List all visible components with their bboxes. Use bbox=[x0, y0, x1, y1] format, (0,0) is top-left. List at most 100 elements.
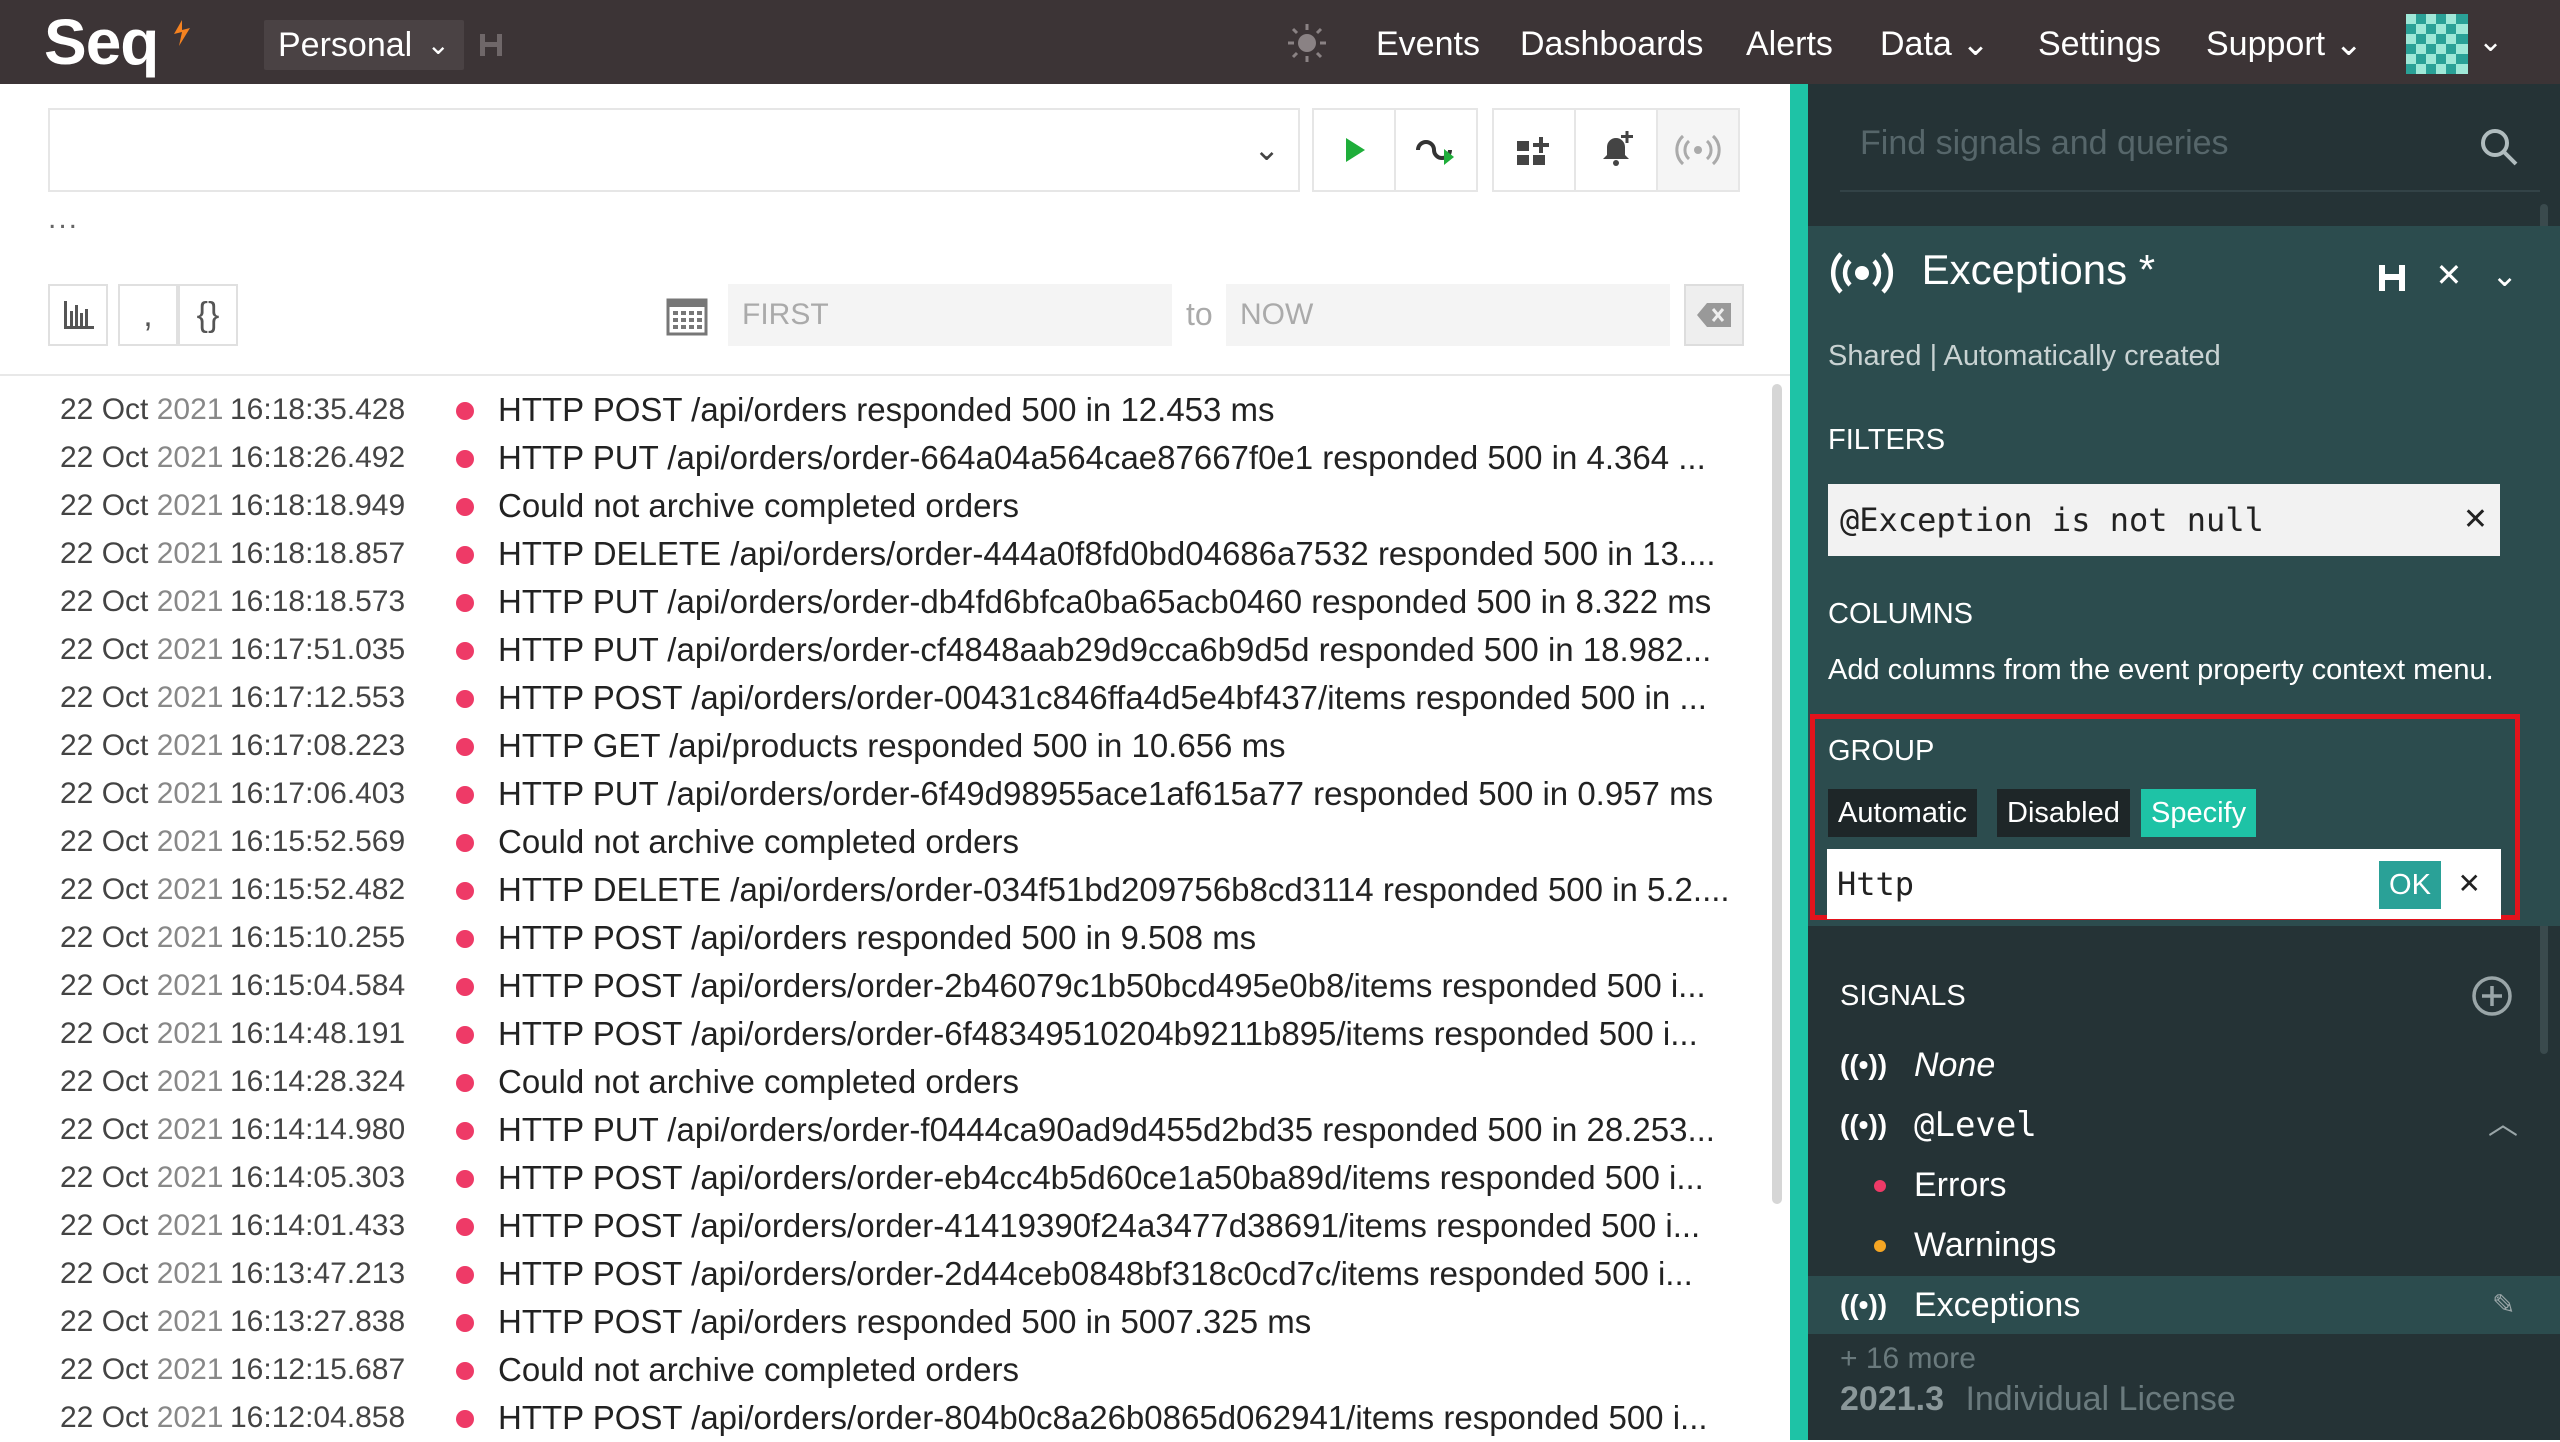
auto-refresh-button[interactable] bbox=[1394, 108, 1478, 192]
event-time: 16:14:14.980 bbox=[230, 1113, 406, 1146]
history-dropdown-icon[interactable]: ⌄ bbox=[1253, 130, 1280, 168]
chevron-up-icon[interactable]: ︿ bbox=[2488, 1096, 2518, 1154]
event-day: 22 Oct bbox=[60, 921, 149, 954]
signal-item-warnings[interactable]: Warnings bbox=[1808, 1216, 2560, 1274]
nav-events[interactable]: Events bbox=[1376, 0, 1480, 84]
avatar[interactable] bbox=[2406, 14, 2468, 74]
event-message: HTTP POST /api/orders/order-804b0c8a26b0… bbox=[498, 1399, 1708, 1436]
event-row[interactable]: 22 Oct 2021 16:17:12.553 HTTP POST /api/or… bbox=[0, 674, 1760, 722]
group-expression-text: Http bbox=[1837, 865, 1915, 903]
chart-view-button[interactable] bbox=[48, 284, 108, 346]
range-from-input[interactable]: FIRST bbox=[728, 284, 1172, 346]
event-year: 2021 bbox=[156, 777, 224, 810]
filter-text: @Exception is not null bbox=[1840, 501, 2264, 539]
plus-circle-icon[interactable] bbox=[2470, 974, 2514, 1018]
event-date: 22 Oct 2021 bbox=[60, 1202, 223, 1250]
event-row[interactable]: 22 Oct 2021 16:12:04.858 HTTP POST /api/or… bbox=[0, 1394, 1760, 1442]
pencil-icon[interactable]: ✎ bbox=[2492, 1276, 2515, 1334]
range-to-input[interactable]: NOW bbox=[1226, 284, 1670, 346]
nav-dashboards[interactable]: Dashboards bbox=[1520, 0, 1703, 84]
close-icon[interactable]: ✕ bbox=[2435, 257, 2462, 293]
nav-support[interactable]: Support ⌄ bbox=[2206, 0, 2363, 84]
calendar-icon[interactable] bbox=[666, 296, 708, 338]
run-query-button[interactable] bbox=[1312, 108, 1396, 192]
event-row[interactable]: 22 Oct 2021 16:17:06.403 HTTP PUT /api/ord… bbox=[0, 770, 1760, 818]
chevron-down-icon[interactable]: ⌄ bbox=[2478, 0, 2503, 84]
signal-item-errors[interactable]: Errors bbox=[1808, 1156, 2560, 1214]
event-row[interactable]: 22 Oct 2021 16:14:48.191 HTTP POST /api/or… bbox=[0, 1010, 1760, 1058]
query-input[interactable]: ⌄ bbox=[48, 108, 1300, 192]
group-mode-disabled[interactable]: Disabled bbox=[1997, 789, 2130, 837]
event-date: 22 Oct 2021 bbox=[60, 1154, 223, 1202]
event-row[interactable]: 22 Oct 2021 16:17:08.223 HTTP GET /api/pro… bbox=[0, 722, 1760, 770]
nav-alerts[interactable]: Alerts bbox=[1746, 0, 1833, 84]
group-expression-input[interactable]: Http OK ✕ bbox=[1827, 849, 2501, 919]
add-dashboard-icon bbox=[1517, 137, 1549, 165]
save-icon[interactable] bbox=[478, 32, 504, 58]
event-row[interactable]: 22 Oct 2021 16:15:10.255 HTTP POST /api/or… bbox=[0, 914, 1760, 962]
nav-data[interactable]: Data ⌄ bbox=[1880, 0, 1990, 84]
event-message: HTTP PUT /api/orders/order-f0444ca90ad9d… bbox=[498, 1111, 1715, 1148]
event-row[interactable]: 22 Oct 2021 16:15:04.584 HTTP POST /api/or… bbox=[0, 962, 1760, 1010]
save-signal-button[interactable] bbox=[1656, 108, 1740, 192]
save-icon[interactable] bbox=[2377, 263, 2407, 293]
event-row[interactable]: 22 Oct 2021 16:14:05.303 HTTP POST /api/or… bbox=[0, 1154, 1760, 1202]
group-mode-specify[interactable]: Specify bbox=[2141, 789, 2257, 837]
event-row[interactable]: 22 Oct 2021 16:13:47.213 HTTP POST /api/or… bbox=[0, 1250, 1760, 1298]
event-row[interactable]: 22 Oct 2021 16:18:18.857 HTTP DELETE /api/… bbox=[0, 530, 1760, 578]
filter-expression[interactable]: @Exception is not null ✕ bbox=[1828, 484, 2500, 556]
close-icon[interactable]: ✕ bbox=[2458, 849, 2481, 919]
app-logo[interactable]: Seq bbox=[44, 4, 159, 80]
error-level-dot bbox=[456, 450, 474, 468]
signal-item-errors-label: Errors bbox=[1914, 1166, 2007, 1204]
json-view-button[interactable]: {} bbox=[178, 284, 238, 346]
add-alert-button[interactable] bbox=[1574, 108, 1658, 192]
event-row[interactable]: 22 Oct 2021 16:18:35.428 HTTP POST /api/or… bbox=[0, 386, 1760, 434]
event-day: 22 Oct bbox=[60, 1113, 149, 1146]
event-row[interactable]: 22 Oct 2021 16:18:26.492 HTTP PUT /api/ord… bbox=[0, 434, 1760, 482]
message-view-button[interactable]: , bbox=[118, 284, 178, 346]
event-row[interactable]: 22 Oct 2021 16:14:28.324 Could not archive… bbox=[0, 1058, 1760, 1106]
signal-item-none[interactable]: ((•)) None bbox=[1808, 1036, 2560, 1094]
signal-search-input[interactable]: Find signals and queries bbox=[1860, 124, 2229, 163]
add-to-dashboard-button[interactable] bbox=[1492, 108, 1576, 192]
theme-icon[interactable] bbox=[1286, 22, 1328, 64]
event-row[interactable]: 22 Oct 2021 16:14:01.433 HTTP POST /api/or… bbox=[0, 1202, 1760, 1250]
group-section: GROUP Automatic Disabled Specify Http OK… bbox=[1810, 714, 2520, 920]
clear-range-button[interactable] bbox=[1684, 284, 1744, 346]
close-icon[interactable]: ✕ bbox=[2463, 484, 2488, 556]
more-signals-link[interactable]: + 16 more bbox=[1840, 1342, 1976, 1376]
query-more[interactable]: ... bbox=[48, 202, 79, 236]
error-level-dot bbox=[456, 1122, 474, 1140]
event-day: 22 Oct bbox=[60, 1353, 149, 1386]
event-row[interactable]: 22 Oct 2021 16:14:14.980 HTTP PUT /api/ord… bbox=[0, 1106, 1760, 1154]
signal-actions: ✕ ⌄ bbox=[2377, 256, 2518, 294]
group-mode-automatic[interactable]: Automatic bbox=[1828, 789, 1977, 837]
event-year: 2021 bbox=[156, 1305, 224, 1338]
search-icon[interactable] bbox=[2478, 126, 2520, 168]
event-message: HTTP POST /api/orders/order-2b46079c1b50… bbox=[498, 967, 1706, 1004]
event-year: 2021 bbox=[156, 729, 224, 762]
event-row[interactable]: 22 Oct 2021 16:13:27.838 HTTP POST /api/or… bbox=[0, 1298, 1760, 1346]
workspace-selector[interactable]: Personal ⌄ bbox=[264, 20, 464, 70]
columns-hint: Add columns from the event property cont… bbox=[1828, 654, 2494, 686]
event-row[interactable]: 22 Oct 2021 16:17:51.035 HTTP PUT /api/ord… bbox=[0, 626, 1760, 674]
event-row[interactable]: 22 Oct 2021 16:15:52.569 Could not archive… bbox=[0, 818, 1760, 866]
signal-item-exceptions[interactable]: ((•)) Exceptions ✎ bbox=[1808, 1276, 2560, 1334]
event-date: 22 Oct 2021 bbox=[60, 1298, 223, 1346]
event-row[interactable]: 22 Oct 2021 16:18:18.573 HTTP PUT /api/ord… bbox=[0, 578, 1760, 626]
events-scrollbar[interactable] bbox=[1772, 384, 1782, 1204]
group-ok-button[interactable]: OK bbox=[2379, 861, 2441, 909]
event-year: 2021 bbox=[156, 633, 224, 666]
chevron-down-icon[interactable]: ⌄ bbox=[2491, 257, 2518, 293]
event-message: HTTP POST /api/orders/order-2d44ceb0848b… bbox=[498, 1255, 1693, 1292]
event-row[interactable]: 22 Oct 2021 16:12:15.687 Could not archive… bbox=[0, 1346, 1760, 1394]
event-message: HTTP POST /api/orders/order-41419390f24a… bbox=[498, 1207, 1701, 1244]
event-row[interactable]: 22 Oct 2021 16:15:52.482 HTTP DELETE /api/… bbox=[0, 866, 1760, 914]
nav-settings[interactable]: Settings bbox=[2038, 0, 2161, 84]
event-row[interactable]: 22 Oct 2021 16:18:18.949 Could not archive… bbox=[0, 482, 1760, 530]
signal-item-level[interactable]: ((•)) @Level ︿ bbox=[1808, 1096, 2560, 1154]
event-year: 2021 bbox=[156, 1209, 224, 1242]
event-day: 22 Oct bbox=[60, 1401, 149, 1434]
event-day: 22 Oct bbox=[60, 729, 149, 762]
